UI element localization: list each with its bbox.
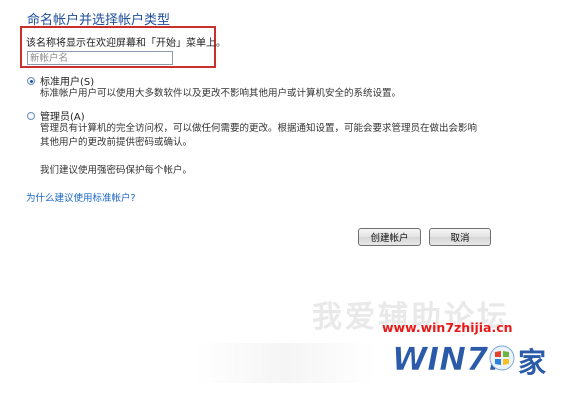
cancel-button[interactable]: 取消 [429, 228, 491, 246]
account-name-input[interactable] [27, 51, 173, 65]
svg-text:家: 家 [518, 346, 546, 379]
administrator-description-line-1: 管理员有计算机的完全访问权，可以做任何需要的更改。根据通知设置，可能会要求管理员… [40, 123, 478, 134]
watermark-url: www.win7zhijia.cn [382, 320, 513, 335]
svg-text:WIN7.: WIN7. [392, 340, 500, 378]
administrator-description-line-2: 其他用户的更改前提供密码或确认。 [40, 137, 193, 148]
administrator-radio[interactable] [27, 112, 35, 120]
administrator-label[interactable]: 管理员(A) [40, 108, 85, 123]
standard-user-description: 标准帐户用户可以使用大多数软件以及更改不影响其他用户或计算机安全的系统设置。 [40, 88, 402, 99]
password-recommendation-text: 我们建议使用强密码保护每个帐户。 [40, 165, 193, 176]
why-standard-account-link[interactable]: 为什么建议使用标准帐户? [26, 190, 136, 204]
win7-logo-watermark: WIN7. 家 [392, 340, 546, 379]
watermark-faint-band [195, 343, 375, 383]
name-hint-text: 该名称将显示在欢迎屏幕和「开始」菜单上。 [26, 38, 226, 49]
standard-user-label[interactable]: 标准用户(S) [40, 73, 94, 88]
standard-user-radio[interactable] [27, 77, 35, 85]
create-account-button[interactable]: 创建帐户 [358, 228, 421, 246]
